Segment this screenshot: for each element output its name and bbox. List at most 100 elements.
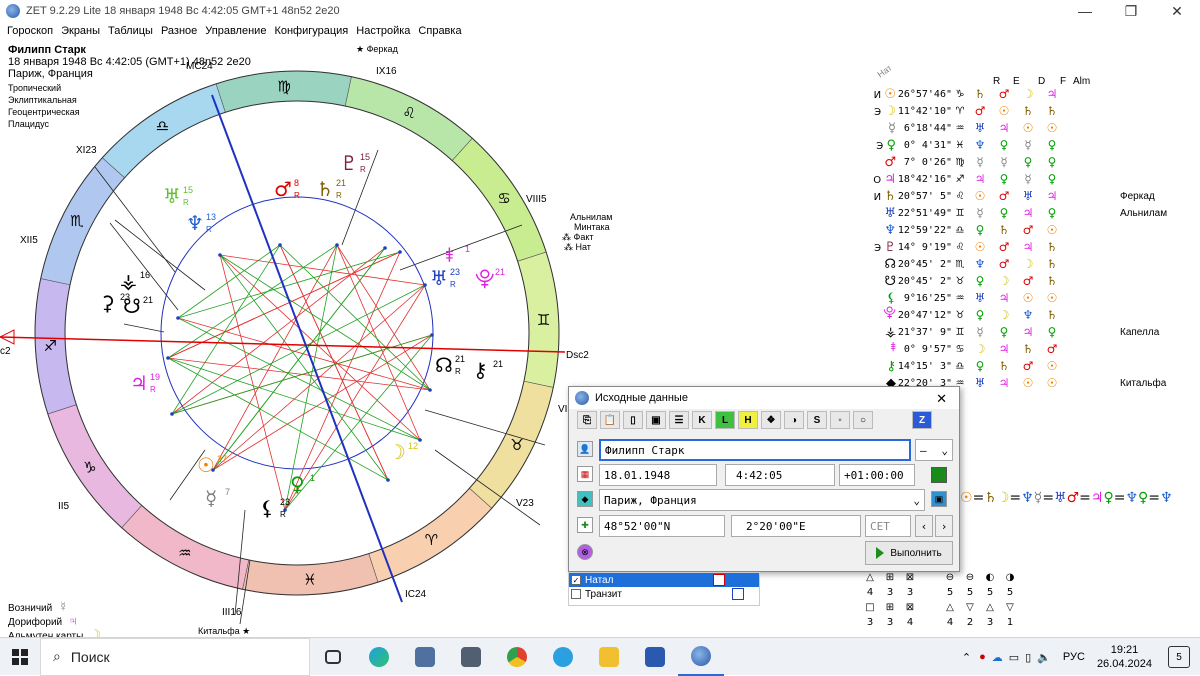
z-icon[interactable]: Z [912,411,932,429]
network-icon[interactable]: ▭ [1009,651,1019,664]
charts-list: ✓ Натал Транзит [568,572,760,606]
word-icon[interactable] [632,638,678,676]
zone-prev-button[interactable]: ‹ [915,515,933,537]
table-row[interactable]: ☿ 6°18'44" ♒ ♅ ♃ ☉ ☉ [858,120,1064,136]
table-row[interactable]: ♂ 7° 0'26" ♍ ☿ ☿ ♀ ♀ [858,154,1064,170]
circle-small-icon[interactable]: ◦ [830,411,850,429]
table-row[interactable]: ☊ 20°45' 2" ♏ ♆ ♂ ☽ ♄ [858,256,1064,272]
row-ruler-icon: ♃ [974,172,986,186]
house-label-ic: IC24 [405,589,427,600]
dialog-close-button[interactable]: ✕ [936,391,947,407]
house-label-asc: c2 [0,346,11,357]
aspect-line-green-9 [177,251,401,319]
circle-icon[interactable]: ○ [853,411,873,429]
clock[interactable]: 19:21 26.04.2024 [1097,643,1152,671]
zone-input[interactable]: CET [865,515,911,537]
place-input[interactable]: Париж, Франция ⌄ [599,489,925,511]
close-button[interactable]: ✕ [1154,0,1200,22]
minimize-button[interactable]: — [1062,0,1108,22]
volume-icon[interactable]: 🔈 [1037,651,1051,664]
latitude-input[interactable]: 48°52'00"N [599,515,725,537]
person-name: Филипп Старк [8,44,86,56]
table-row[interactable]: ♆ 12°59'22" ♎ ♀ ♄ ♂ ☉ [858,222,1064,238]
person-icon[interactable]: 👤 [577,441,593,457]
menu-horoscope[interactable]: Гороскоп [7,25,53,37]
table-row[interactable]: И ♄ 20°57' 5" ♌ ☉ ♂ ♅ ♃ Феркад [858,188,1155,204]
copy-icon[interactable]: ⎘ [577,411,597,429]
menu-misc[interactable]: Разное [161,25,197,37]
date-input[interactable]: 18.01.1948 [599,464,717,486]
h-icon[interactable]: H [738,411,758,429]
run-button[interactable]: Выполнить [865,541,953,565]
menu-screens[interactable]: Экраны [61,25,100,37]
maximize-button[interactable]: ❐ [1108,0,1154,22]
list-item-transit[interactable]: Транзит [569,587,759,601]
menu-tables[interactable]: Таблицы [108,25,153,37]
zone-next-button[interactable]: › [935,515,953,537]
notification-icon[interactable]: 5 [1168,646,1190,668]
element-cell: ⊞ [885,572,895,583]
transit-checkbox[interactable] [571,589,581,599]
coords-icon[interactable]: ✚ [577,517,593,533]
language-indicator[interactable]: РУС [1063,651,1085,663]
timezone-input[interactable]: +01:00:00 [839,464,915,486]
list-item-natal[interactable]: ✓ Натал [569,573,759,587]
wheel-settings-icon[interactable]: ⊗ [577,544,593,560]
tray-app-icon[interactable]: ● [979,651,986,663]
transit-chart-icon[interactable] [731,588,744,600]
table-row[interactable]: Э ♀ 0° 4'31" ♓ ♆ ♀ ☿ ♀ [858,137,1064,153]
row-ruler-icon: ♀ [1047,138,1057,152]
telegram-icon[interactable] [540,638,586,676]
row-ruler-icon: ☉ [974,189,986,203]
edge-icon[interactable] [356,638,402,676]
natal-checkbox[interactable]: ✓ [571,575,581,585]
chrome-icon[interactable] [494,638,540,676]
task-view-icon[interactable] [310,638,356,676]
list-icon[interactable]: ☰ [669,411,689,429]
cloud-icon[interactable]: ☁ [992,651,1003,664]
k-icon[interactable]: K [692,411,712,429]
taskbar-search[interactable]: ⌕ Поиск [40,637,310,676]
table-row[interactable]: И ☉ 26°57'46" ♑ ♄ ♂ ☽ ♃ [858,86,1064,102]
zet-icon[interactable] [678,638,724,676]
start-button[interactable] [0,638,40,676]
moon-phase-icon[interactable]: ◑ [784,411,804,429]
table-row[interactable]: Э ☽ 11°42'10" ♈ ♂ ☉ ♄ ♄ [858,103,1064,119]
row-degree: 26°57'46" [897,88,952,100]
s-icon[interactable]: S [807,411,827,429]
name-input[interactable]: Филипп Старк [599,439,911,461]
battery-icon[interactable]: ▯ [1025,651,1031,664]
save-icon[interactable]: ▣ [646,411,666,429]
explorer-icon[interactable] [586,638,632,676]
new-icon[interactable]: ▯ [623,411,643,429]
table-row[interactable]: ☋ 20°45' 2" ♉ ♀ ☽ ♂ ♄ [858,273,1064,289]
menu-configuration[interactable]: Конфигурация [274,25,348,37]
table-row[interactable]: ⯒ 0° 9'57" ♋ ☽ ♃ ♄ ♂ [858,340,1064,357]
paste-icon[interactable]: 📋 [600,411,620,429]
table-header-nat: Нат [875,66,893,80]
longitude-input[interactable]: 2°20'00"E [731,515,861,537]
menu-help[interactable]: Справка [418,25,461,37]
menu-settings[interactable]: Настройка [356,25,410,37]
table-row[interactable]: Э ♇ 14° 9'19" ♌ ☉ ♂ ♃ ♄ [858,239,1064,255]
l-icon[interactable]: L [715,411,735,429]
book-icon[interactable]: ❖ [761,411,781,429]
network-app-icon[interactable] [402,638,448,676]
store-icon[interactable] [448,638,494,676]
row-star: Альнилам [1120,207,1168,219]
elements-grid: △ ⊞ ⊠ ⊖ ⊖ ◐ ◑ 4 3 3 5 5 5 5 □ ⊞ ⊠ △ ▽ △ ▽ 3 3 4 4 2 3 1 [860,570,1020,630]
table-row[interactable]: ♅ 22°51'49" ♊ ☿ ♀ ♃ ♀ Альнилам [858,205,1167,221]
natal-chart-icon[interactable] [713,574,726,586]
table-row[interactable]: ⚷ 14°15' 3" ♎ ♀ ♄ ♂ ☉ [858,358,1064,374]
tray-chevron-up-icon[interactable]: ⌃ [962,651,971,664]
menu-control[interactable]: Управление [205,25,266,37]
globe-icon[interactable]: ◆ [577,491,593,507]
map-icon[interactable]: ▣ [931,491,947,507]
dst-toggle[interactable] [931,467,947,483]
row-planet: И ☉ [873,86,896,102]
gender-select[interactable]: — ⌄ [915,439,953,461]
calendar-icon[interactable]: ▦ [577,466,593,482]
table-row[interactable]: О ♃ 18°42'16" ♐ ♃ ♀ ☿ ♀ [858,171,1064,187]
time-input[interactable]: 4:42:05 [725,464,835,486]
table-row[interactable]: ⯓ 20°47'12" ♉ ♀ ☽ ♆ ♄ [858,306,1064,323]
